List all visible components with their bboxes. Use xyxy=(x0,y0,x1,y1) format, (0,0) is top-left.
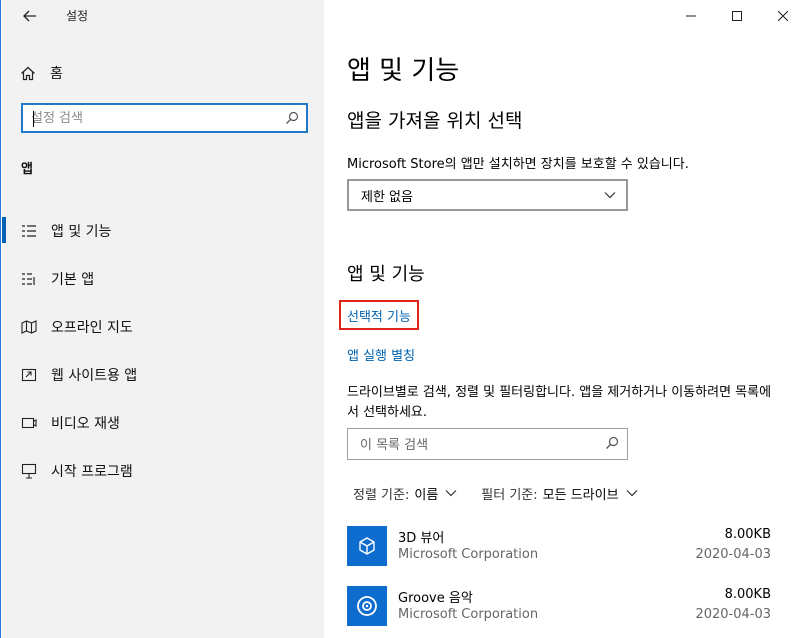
chevron-down-icon xyxy=(604,192,616,199)
settings-window: 설정 홈 앱 앱 및 기능 xyxy=(0,0,806,638)
list-description: 드라이브별로 검색, 정렬 및 필터링합니다. 앱을 제거하거나 이동하려면 목… xyxy=(347,385,772,420)
sidebar-item-label: 시작 프로그램 xyxy=(51,464,133,480)
music-disc-icon xyxy=(357,596,377,616)
sort-value: 이름 xyxy=(414,487,439,503)
sidebar-item-label: 기본 앱 xyxy=(51,272,95,288)
home-label: 홈 xyxy=(50,66,63,82)
app-install-date: 2020-04-03 xyxy=(695,547,771,562)
search-icon[interactable] xyxy=(605,436,619,450)
sidebar-item-startup[interactable]: 시작 프로그램 xyxy=(2,447,324,495)
chevron-down-icon xyxy=(445,490,457,497)
sidebar-item-default-apps[interactable]: 기본 앱 xyxy=(2,255,324,303)
settings-search-input[interactable] xyxy=(31,109,271,127)
app-list-search-input[interactable] xyxy=(360,436,590,454)
filter-dropdown[interactable]: 필터 기준: 모든 드라이브 xyxy=(481,484,637,503)
home-icon xyxy=(21,66,35,80)
arrow-left-icon xyxy=(23,10,36,22)
sidebar-item-label: 앱 및 기능 xyxy=(51,224,112,240)
app-execution-alias-link[interactable]: 앱 실행 별칭 xyxy=(347,345,415,364)
text-caret xyxy=(33,111,34,127)
offline-maps-icon xyxy=(21,320,37,334)
filter-value: 모든 드라이브 xyxy=(542,487,619,503)
selected-indicator xyxy=(2,217,6,243)
optional-features-link-label: 선택적 기능 xyxy=(347,309,411,325)
app-size: 8.00KB xyxy=(724,527,771,542)
app-source-dropdown[interactable]: 제한 없음 xyxy=(347,179,628,211)
app-list-search-box[interactable] xyxy=(347,428,628,460)
app-tile xyxy=(347,586,387,626)
app-list-item[interactable]: 3D 뷰어 Microsoft Corporation 8.00KB 2020-… xyxy=(347,526,771,570)
main-content: 앱 및 기능 앱을 가져올 위치 선택 Microsoft Store의 앱만 … xyxy=(339,0,787,638)
settings-search-box[interactable] xyxy=(21,103,308,133)
sidebar-item-label: 웹 사이트용 앱 xyxy=(51,368,138,384)
video-playback-icon xyxy=(21,417,37,429)
cube-icon xyxy=(359,537,375,555)
page-title: 앱 및 기능 xyxy=(347,56,460,86)
chevron-down-icon xyxy=(626,490,637,497)
startup-icon xyxy=(21,463,37,479)
default-apps-icon xyxy=(22,273,35,285)
app-size: 8.00KB xyxy=(724,587,771,602)
apps-for-websites-icon xyxy=(21,368,37,382)
sidebar-item-apps-features[interactable]: 앱 및 기능 xyxy=(2,207,324,255)
app-name: 3D 뷰어 xyxy=(398,531,445,546)
choose-source-heading: 앱을 가져올 위치 선택 xyxy=(347,110,523,132)
sidebar: 설정 홈 앱 앱 및 기능 xyxy=(2,0,324,638)
section-label-apps: 앱 xyxy=(21,162,33,177)
optional-features-link[interactable]: 선택적 기능 xyxy=(339,300,419,330)
app-publisher: Microsoft Corporation xyxy=(398,547,539,562)
sort-filter-bar: 정렬 기준: 이름 필터 기준: 모든 드라이브 xyxy=(353,483,662,503)
home-nav-item[interactable]: 홈 xyxy=(20,60,63,86)
app-tile xyxy=(347,526,387,566)
search-icon[interactable] xyxy=(285,111,299,125)
sidebar-item-label: 오프라인 지도 xyxy=(51,320,133,336)
sort-dropdown[interactable]: 정렬 기준: 이름 xyxy=(353,484,457,503)
window-title: 설정 xyxy=(66,9,89,23)
back-button[interactable] xyxy=(14,2,46,30)
sidebar-item-label: 비디오 재생 xyxy=(51,416,120,432)
sidebar-nav: 앱 및 기능 기본 앱 오프라인 지도 웹 사이트용 앱 비디오 재생 시작 프… xyxy=(2,207,324,495)
apps-features-icon xyxy=(22,225,36,237)
sidebar-item-video-playback[interactable]: 비디오 재생 xyxy=(2,399,324,447)
app-publisher: Microsoft Corporation xyxy=(398,607,539,622)
sort-label: 정렬 기준: xyxy=(353,487,410,503)
app-list-item[interactable]: Groove 음악 Microsoft Corporation 8.00KB 2… xyxy=(347,586,771,630)
choose-source-description: Microsoft Store의 앱만 설치하면 장치를 보호할 수 있습니다. xyxy=(347,157,689,172)
app-install-date: 2020-04-03 xyxy=(695,607,771,622)
sidebar-item-apps-for-websites[interactable]: 웹 사이트용 앱 xyxy=(2,351,324,399)
dropdown-selected-value: 제한 없음 xyxy=(361,189,413,205)
filter-label: 필터 기준: xyxy=(481,487,538,503)
apps-features-heading: 앱 및 기능 xyxy=(347,264,425,285)
sidebar-item-offline-maps[interactable]: 오프라인 지도 xyxy=(2,303,324,351)
app-name: Groove 음악 xyxy=(398,591,473,606)
